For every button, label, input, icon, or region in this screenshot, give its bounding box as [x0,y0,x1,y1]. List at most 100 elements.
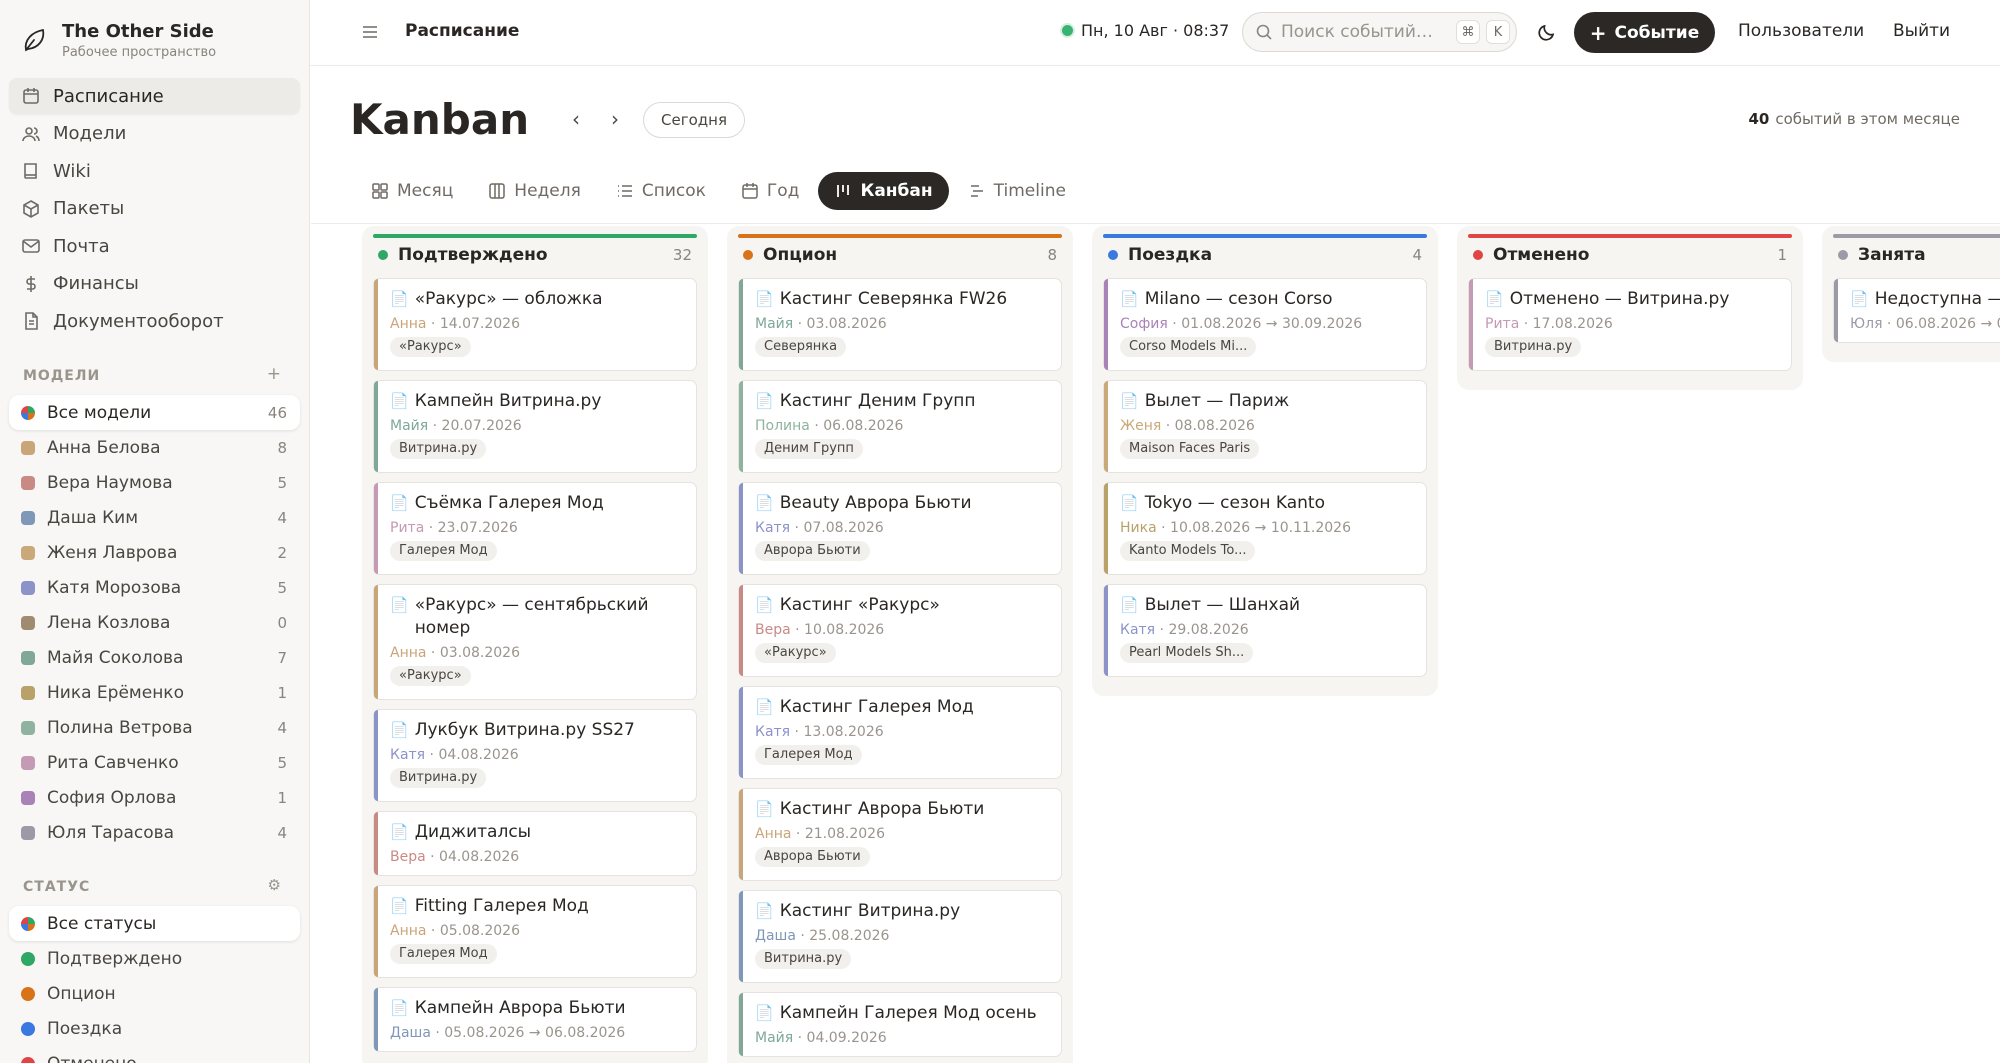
model-filter-item[interactable]: Лена Козлова 0 [9,605,300,640]
card-date: 21.08.2026 [804,826,885,842]
brand[interactable]: The Other Side Рабочее пространство [20,20,216,62]
client-tag: Витрина.ру [1485,337,1582,357]
model-filter-item[interactable]: София Орлова 1 [9,780,300,815]
sidebar-nav: Расписание Модели Wiki Пакеты Почта Фина… [9,78,300,341]
tab-label: Неделя [514,181,581,201]
event-card[interactable]: 📄 Кастинг «Ракурс» Вера · 10.08.2026 «Ракур… [738,584,1062,677]
calendar-icon [741,182,759,200]
event-card[interactable]: 📄 Недоступна — с Юля · 06.08.2026 → 08 [1833,278,2000,343]
event-card[interactable]: 📄 Диджиталсы Вера · 04.08.2026 [373,811,697,876]
event-card[interactable]: 📄 «Ракурс» — обложка Анна · 14.07.2026 «Рак… [373,278,697,371]
event-card[interactable]: 📄 Кастинг Аврора Бьюти Анна · 21.08.2026 Ав… [738,788,1062,881]
card-title: 📄 Съёмка Галерея Мод [390,492,684,515]
sidebar: The Other Side Рабочее пространство Расп… [0,0,310,1063]
all-statuses-filter[interactable]: Все статусы [9,906,300,941]
status-filter-item[interactable]: Поездка [9,1011,300,1046]
model-filter-item[interactable]: Даша Ким 4 [9,500,300,535]
event-card[interactable]: 📄 Вылет — Шанхай Катя · 29.08.2026 Pearl Mo… [1103,584,1427,677]
model-filter-item[interactable]: Рита Савченко 5 [9,745,300,780]
event-card[interactable]: 📄 Кастинг Витрина.ру Даша · 25.08.2026 Витр… [738,890,1062,983]
logout-link[interactable]: Выйти [1893,21,1950,41]
column-title: Опцион [763,245,838,265]
sidebar-item-wiki[interactable]: Wiki [9,153,300,189]
event-card[interactable]: 📄 Вылет — Париж Женя · 08.08.2026 Maison Fa… [1103,380,1427,473]
gear-icon[interactable]: ⚙ [268,876,281,894]
event-card[interactable]: 📄 Лукбук Витрина.ру SS27 Катя · 04.08.2026… [373,709,697,802]
new-event-button[interactable]: + Событие [1574,12,1715,53]
sidebar-item-schedule[interactable]: Расписание [9,78,300,114]
prev-period-button[interactable]: ‹ [564,107,588,131]
card-meta: Женя · 08.08.2026 [1120,417,1414,435]
model-color-swatch [21,720,35,735]
book-icon [21,161,41,181]
card-model-name: Вера [390,849,426,865]
tab-week[interactable]: Неделя [472,172,597,210]
tab-list[interactable]: Список [600,172,722,210]
meta-separator: · [426,645,440,661]
card-title: 📄 Кастинг Деним Групп [755,390,1049,413]
model-filter-item[interactable]: Ника Ерёменко 1 [9,675,300,710]
status-filter-item[interactable]: Отменено [9,1046,300,1063]
event-card[interactable]: 📄 Кампейн Аврора Бьюти Даша · 05.08.2026 →… [373,987,697,1052]
tab-timeline[interactable]: Timeline [952,172,1082,210]
status-filter-item[interactable]: Опцион [9,976,300,1011]
model-name: Майя Соколова [47,647,184,668]
sidebar-item-label: Модели [53,123,127,144]
status-filter-item[interactable]: Подтверждено [9,941,300,976]
card-title: 📄 Кампейн Аврора Бьюти [390,997,684,1020]
sidebar-item-documents[interactable]: Документооборот [9,303,300,339]
client-tag: Витрина.ру [390,768,487,788]
card-meta: Рита · 17.08.2026 [1485,315,1779,333]
sidebar-item-models[interactable]: Модели [9,116,300,152]
model-filter-item[interactable]: Полина Ветрова 4 [9,710,300,745]
kanban-board: Подтверждено 32 📄 «Ракурс» — обложка Анна · … [310,224,2000,1063]
event-card[interactable]: 📄 Кампейн Витрина.ру Майя · 20.07.2026 Витр… [373,380,697,473]
card-meta: Катя · 13.08.2026 [755,723,1049,741]
meta-separator: · [426,316,440,332]
sidebar-item-finance[interactable]: Финансы [9,266,300,302]
tab-month[interactable]: Месяц [355,172,469,210]
add-model-button[interactable]: + [267,364,281,384]
today-button[interactable]: Сегодня [643,102,745,138]
model-filter-item[interactable]: Женя Лаврова 2 [9,535,300,570]
model-filter-item[interactable]: Анна Белова 8 [9,430,300,465]
event-card[interactable]: 📄 Кастинг Галерея Мод Катя · 13.08.2026 Гал… [738,686,1062,779]
event-card[interactable]: 📄 Съёмка Галерея Мод Рита · 23.07.2026 Гале… [373,482,697,575]
next-period-button[interactable]: › [603,107,627,131]
moon-icon[interactable] [1537,22,1557,42]
event-card[interactable]: 📄 Кастинг Северянка FW26 Майя · 03.08.2026… [738,278,1062,371]
event-card[interactable]: 📄 Beauty Аврора Бьюти Катя · 07.08.2026 Авр… [738,482,1062,575]
card-model-name: Анна [390,645,427,661]
card-meta: Анна · 05.08.2026 [390,922,684,940]
event-card[interactable]: 📄 «Ракурс» — сентябрьский номер Анна · 03.… [373,584,697,700]
status-color-dot [21,1056,35,1063]
search-input[interactable]: Поиск событий… ⌘ K [1242,12,1517,52]
event-card[interactable]: 📄 Milano — сезон Corso София · 01.08.2026 … [1103,278,1427,371]
event-card[interactable]: 📄 Кастинг Деним Групп Полина · 06.08.2026 Д… [738,380,1062,473]
card-meta: Даша · 25.08.2026 [755,927,1049,945]
users-link[interactable]: Пользователи [1738,21,1864,41]
card-model-stripe [739,789,743,880]
card-model-stripe [739,381,743,472]
sidebar-item-packages[interactable]: Пакеты [9,191,300,227]
card-model-stripe [374,279,378,370]
model-filter-item[interactable]: Майя Соколова 7 [9,640,300,675]
all-models-filter[interactable]: Все модели 46 [9,395,300,430]
model-filter-item[interactable]: Вера Наумова 5 [9,465,300,500]
sidebar-item-label: Финансы [53,273,139,294]
event-card[interactable]: 📄 Fitting Галерея Мод Анна · 05.08.2026 Гал… [373,885,697,978]
card-date: 03.08.2026 [806,316,887,332]
model-filter-item[interactable]: Катя Морозова 5 [9,570,300,605]
card-date: 25.08.2026 [809,928,890,944]
tab-year[interactable]: Год [725,172,816,210]
event-card[interactable]: 📄 Кампейн Галерея Мод осень Майя · 04.09.2… [738,992,1062,1057]
event-card[interactable]: 📄 Отменено — Витрина.ру Рита · 17.08.2026 В… [1468,278,1792,371]
tab-kanban[interactable]: Канбан [818,172,949,210]
sidebar-item-mail[interactable]: Почта [9,228,300,264]
status-name: Подтверждено [47,948,183,969]
event-card[interactable]: 📄 Tokyo — сезон Kanto Ника · 10.08.2026 → … [1103,482,1427,575]
shortcut-k-key: K [1486,20,1510,44]
meta-separator: · [790,724,804,740]
menu-icon[interactable] [360,22,380,42]
model-filter-item[interactable]: Юля Тарасова 4 [9,815,300,850]
